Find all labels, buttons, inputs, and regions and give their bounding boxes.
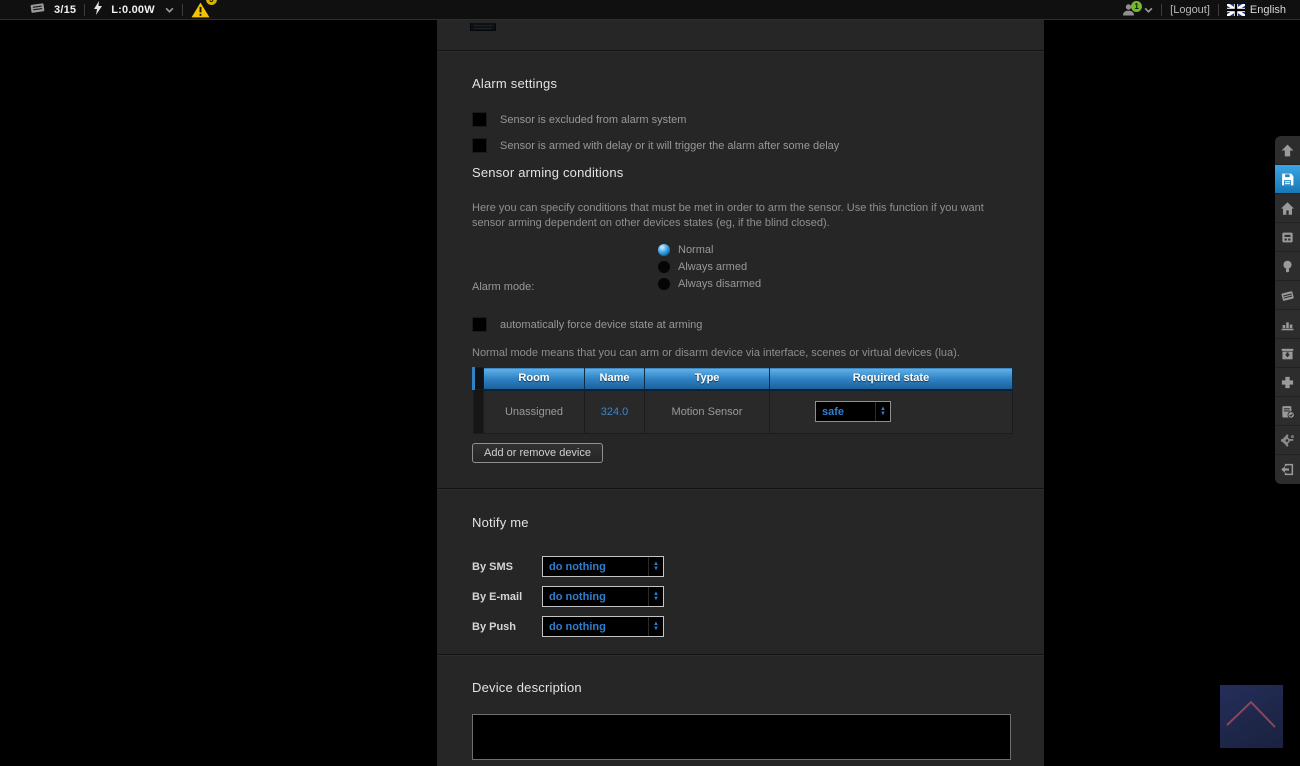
warning-count-badge: 3 [206, 0, 217, 5]
table-row: Unassigned 324.0 Motion Sensor safe ▲▼ [474, 390, 1013, 434]
table-header-room: Room [484, 368, 585, 390]
user-count-badge: 1 [1131, 1, 1142, 12]
user-menu[interactable]: 1 [1121, 3, 1153, 17]
select-stepper-icon: ▲▼ [648, 587, 663, 606]
scenes-icon[interactable] [1275, 281, 1300, 310]
table-header-required-state: Required state [770, 368, 1013, 390]
select-stepper-icon: ▲▼ [648, 557, 663, 576]
force-state-checkbox[interactable] [472, 317, 487, 332]
panels-icon[interactable] [1275, 397, 1300, 426]
by-sms-label: By SMS [472, 561, 542, 573]
arming-description: Here you can specify conditions that mus… [472, 201, 992, 231]
alarm-mode-radio-group: Normal Always armed Always disarmed [658, 244, 761, 293]
by-sms-select[interactable]: do nothing ▲▼ [542, 556, 664, 577]
table-select-column-header [474, 368, 484, 390]
uk-flag-icon [1227, 4, 1245, 16]
arming-devices-table: Room Name Type Required state Unassigned… [472, 367, 1013, 434]
power-chevron-down-icon[interactable] [165, 4, 174, 16]
by-push-label: By Push [472, 621, 542, 633]
excluded-checkbox-label: Sensor is excluded from alarm system [500, 114, 686, 126]
alarm-mode-always-disarmed-label: Always disarmed [678, 278, 761, 290]
user-chevron-down-icon [1144, 4, 1153, 16]
device-config-panel: Alarm settings Sensor is excluded from a… [437, 20, 1044, 766]
alarm-mode-radio-normal[interactable] [658, 244, 670, 256]
devices-card-icon [30, 2, 46, 18]
plugins-icon[interactable] [1275, 368, 1300, 397]
topbar-separator [84, 4, 85, 16]
force-state-checkbox-label: automatically force device state at armi… [500, 319, 702, 331]
topbar-separator [182, 4, 183, 16]
topbar-separator [1161, 4, 1162, 16]
excluded-checkbox[interactable] [472, 112, 487, 127]
scroll-top-icon[interactable] [1275, 136, 1300, 165]
required-state-value: safe [816, 402, 875, 421]
alarm-settings-section: Alarm settings Sensor is excluded from a… [437, 52, 1044, 463]
table-row-select-cell [474, 390, 484, 434]
select-stepper-icon: ▲▼ [875, 402, 890, 421]
required-state-select[interactable]: safe ▲▼ [815, 401, 891, 422]
settings-icon[interactable] [1275, 426, 1300, 455]
clipped-widget [470, 23, 496, 31]
devices-icon[interactable] [1275, 223, 1300, 252]
alarm-mode-radio-always-armed[interactable] [658, 261, 670, 273]
select-stepper-icon: ▲▼ [648, 617, 663, 636]
arming-conditions-title: Sensor arming conditions [472, 165, 1009, 180]
right-toolbar [1275, 136, 1300, 484]
exit-icon[interactable] [1275, 455, 1300, 484]
alarm-settings-title: Alarm settings [472, 76, 1009, 91]
device-description-title: Device description [472, 680, 1009, 695]
by-email-label: By E-mail [472, 591, 542, 603]
armed-delay-checkbox-label: Sensor is armed with delay or it will tr… [500, 140, 839, 152]
device-description-section: Device description [437, 656, 1044, 760]
home-icon[interactable] [1275, 194, 1300, 223]
device-name-link[interactable]: 324.0 [601, 406, 629, 418]
language-selector[interactable]: English [1227, 4, 1286, 16]
table-header-name: Name [585, 368, 645, 390]
device-description-textarea[interactable] [472, 714, 1011, 760]
fibaro-logo [1220, 685, 1283, 748]
normal-mode-note: Normal mode means that you can arm or di… [472, 347, 1009, 359]
save-icon[interactable] [1275, 165, 1300, 194]
alarm-mode-radio-always-disarmed[interactable] [658, 278, 670, 290]
alarm-mode-always-armed-label: Always armed [678, 261, 747, 273]
power-load-value: L:0.00W [111, 4, 155, 16]
backup-icon[interactable] [1275, 339, 1300, 368]
notify-me-title: Notify me [472, 515, 1009, 530]
top-bar: 3/15 L:0.00W 3 1 [Logout] English [0, 0, 1300, 20]
by-push-value: do nothing [543, 617, 648, 636]
by-email-value: do nothing [543, 587, 648, 606]
by-push-select[interactable]: do nothing ▲▼ [542, 616, 664, 637]
by-email-select[interactable]: do nothing ▲▼ [542, 586, 664, 607]
language-label: English [1250, 4, 1286, 16]
alarm-mode-label: Alarm mode: [472, 244, 658, 293]
rooms-icon[interactable] [1275, 252, 1300, 281]
alarm-mode-normal-label: Normal [678, 244, 713, 256]
table-header-type: Type [645, 368, 770, 390]
table-cell-type: Motion Sensor [645, 390, 770, 434]
armed-delay-checkbox[interactable] [472, 138, 487, 153]
notify-me-section: Notify me By SMS do nothing ▲▼ By E-mail… [437, 490, 1044, 637]
power-bolt-icon [93, 1, 103, 18]
by-sms-value: do nothing [543, 557, 648, 576]
warning-triangle-icon[interactable]: 3 [191, 2, 217, 18]
add-or-remove-device-button[interactable]: Add or remove device [472, 443, 603, 463]
devices-count: 3/15 [54, 4, 76, 16]
table-cell-room: Unassigned [484, 390, 585, 434]
energy-icon[interactable] [1275, 310, 1300, 339]
logout-link[interactable]: [Logout] [1170, 4, 1210, 16]
table-header-row: Room Name Type Required state [474, 368, 1013, 390]
topbar-separator [1218, 4, 1219, 16]
